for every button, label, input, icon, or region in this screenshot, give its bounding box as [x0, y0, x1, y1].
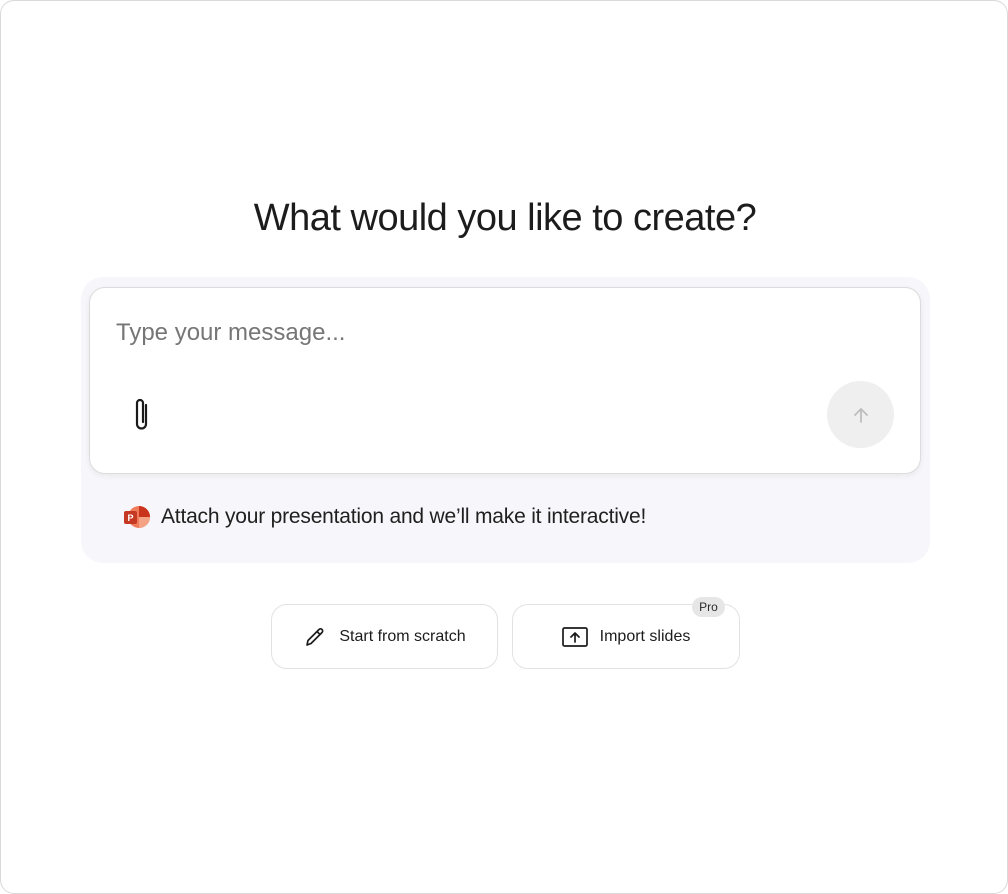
send-button[interactable] — [827, 381, 894, 448]
svg-text:P: P — [127, 513, 133, 523]
attach-hint: P Attach your presentation and we’ll mak… — [123, 503, 646, 531]
attach-button[interactable] — [126, 394, 156, 434]
app-window: What would you like to create? P Attach … — [0, 0, 1008, 894]
hint-text: Attach your presentation and we’ll make … — [161, 505, 647, 528]
start-from-scratch-button[interactable]: Start from scratch — [271, 604, 498, 669]
arrow-up-icon — [853, 407, 868, 423]
upload-icon — [561, 626, 588, 647]
start-from-scratch-label: Start from scratch — [339, 627, 466, 645]
page-title: What would you like to create? — [253, 197, 757, 239]
pro-badge: Pro — [692, 597, 725, 617]
message-input[interactable] — [116, 316, 876, 350]
import-slides-label: Import slides — [599, 627, 691, 645]
message-composer — [89, 287, 921, 474]
powerpoint-icon: P — [124, 506, 150, 528]
pencil-icon — [306, 627, 324, 646]
paperclip-icon — [135, 398, 148, 430]
